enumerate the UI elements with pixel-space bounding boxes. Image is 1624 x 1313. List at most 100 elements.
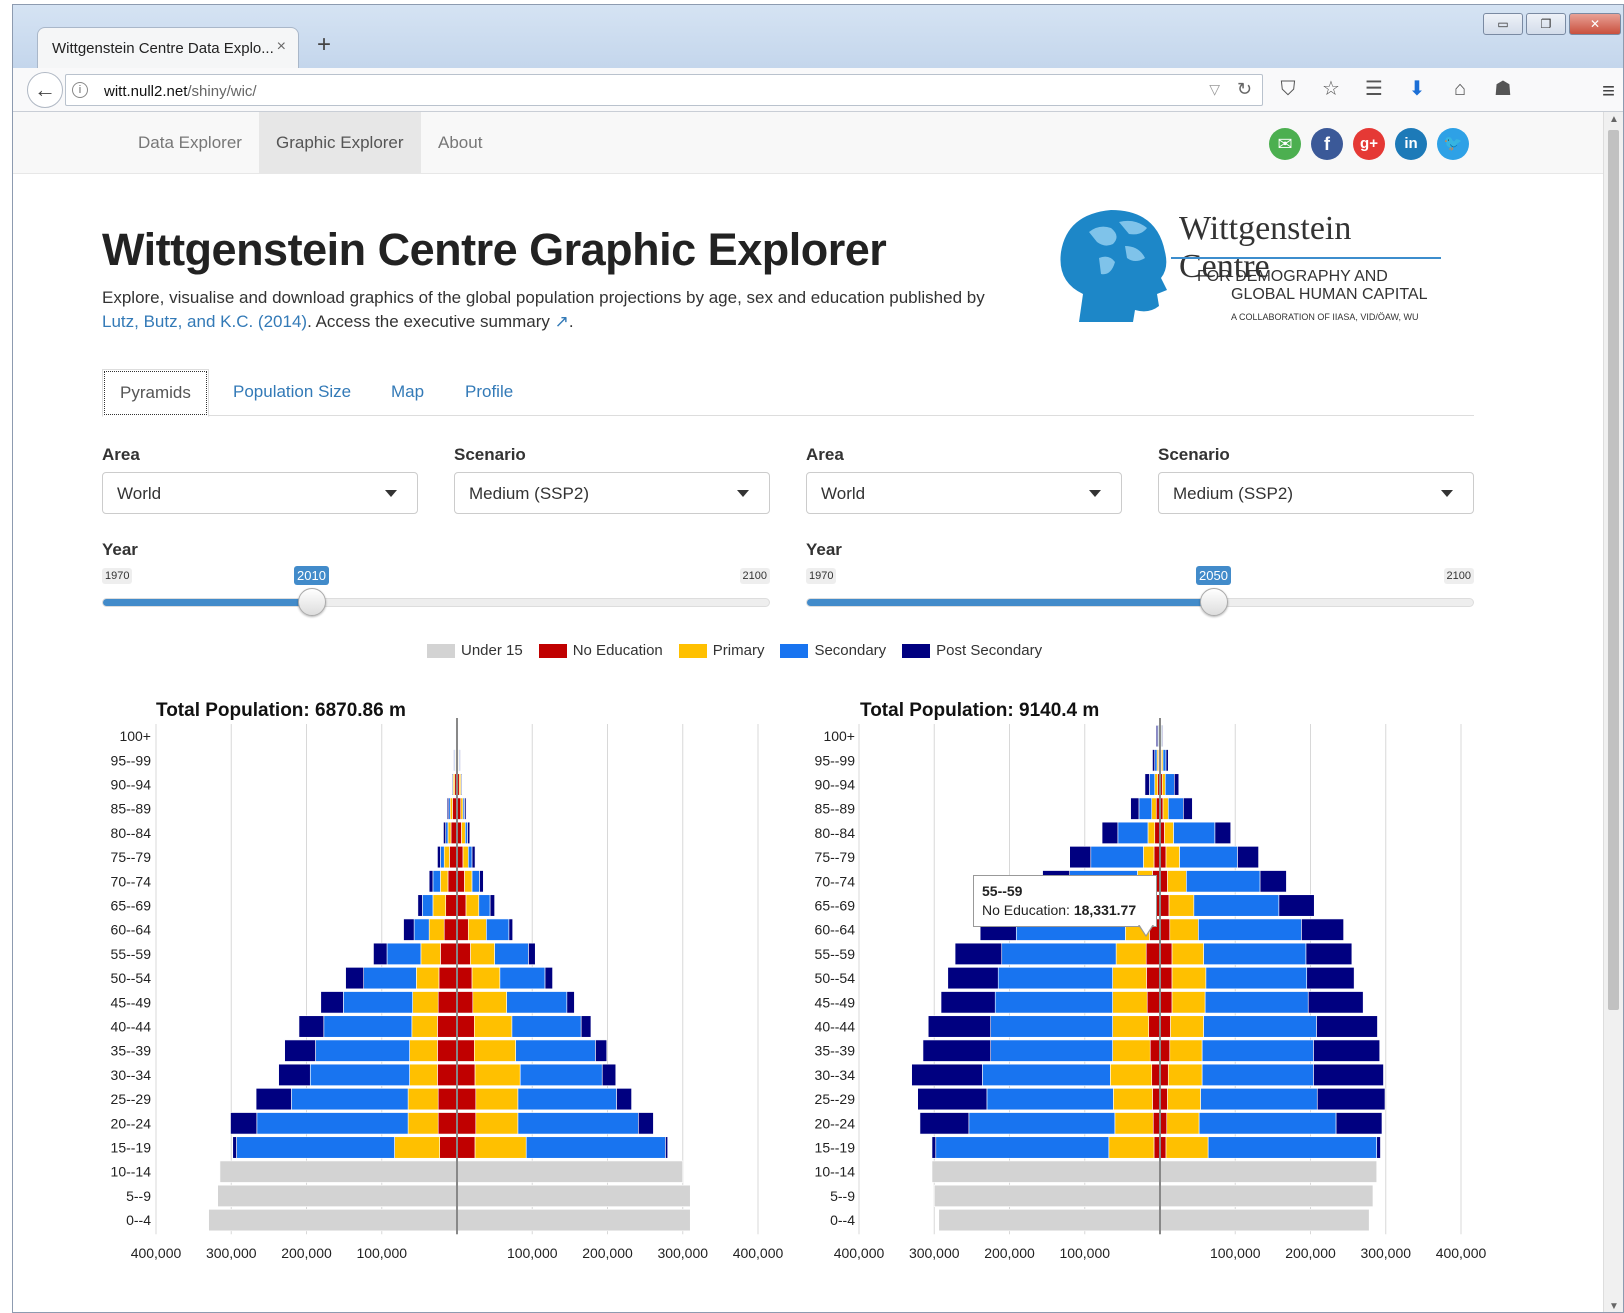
bar-secondary bbox=[1117, 821, 1149, 844]
bar-secondary bbox=[506, 991, 568, 1014]
pocket-icon[interactable]: ⛉ bbox=[1275, 76, 1301, 102]
bar-under15 bbox=[1159, 1209, 1370, 1232]
bar-no-education bbox=[1159, 1088, 1168, 1111]
bar-no-education bbox=[437, 1112, 458, 1135]
bar-primary bbox=[412, 991, 439, 1014]
bar-under15 bbox=[1159, 1160, 1378, 1183]
bar-primary bbox=[470, 942, 495, 965]
restore-button[interactable]: ❐ bbox=[1526, 13, 1566, 35]
bar-secondary bbox=[432, 870, 441, 893]
bar-post-secondary bbox=[911, 1063, 983, 1086]
age-label: 50--54 bbox=[111, 970, 152, 986]
minimize-button[interactable]: ▭ bbox=[1483, 13, 1523, 35]
scroll-down-icon[interactable]: ▼ bbox=[1609, 1301, 1619, 1312]
bar-secondary bbox=[467, 846, 473, 869]
age-label: 70--74 bbox=[815, 873, 856, 889]
bar-primary bbox=[407, 1112, 439, 1135]
site-info-icon[interactable]: i bbox=[72, 82, 88, 98]
window-controls: ▭ ❐ ✕ bbox=[1483, 13, 1621, 35]
bar-primary bbox=[461, 821, 466, 844]
bar-primary bbox=[1112, 1015, 1150, 1038]
bar-post-secondary bbox=[1316, 1088, 1386, 1111]
bar-primary bbox=[1112, 991, 1148, 1014]
bar-secondary bbox=[256, 1112, 409, 1135]
age-label: 30--34 bbox=[111, 1067, 152, 1083]
bar-post-secondary bbox=[479, 870, 484, 893]
bar-primary bbox=[1165, 1136, 1209, 1159]
new-tab-button[interactable]: + bbox=[317, 31, 331, 59]
tab-close-icon[interactable]: × bbox=[277, 38, 286, 56]
bar-primary bbox=[1167, 1088, 1201, 1111]
bar-primary bbox=[409, 1063, 438, 1086]
bar-post-secondary bbox=[922, 1039, 991, 1062]
bar-primary bbox=[1171, 967, 1207, 990]
bar-secondary bbox=[323, 1015, 413, 1038]
pyramid-charts: Total Population: 6870.86 m 100+ 95--99 90-… bbox=[111, 700, 1487, 1261]
bar-primary bbox=[416, 967, 440, 990]
bar-secondary bbox=[464, 821, 468, 844]
close-window-button[interactable]: ✕ bbox=[1569, 13, 1621, 35]
browser-window: Wittgenstein Centre Data Explo... × + ▭ … bbox=[12, 4, 1624, 1313]
bar-under15 bbox=[456, 1160, 684, 1183]
bar-post-secondary bbox=[1335, 1112, 1383, 1135]
age-label: 65--69 bbox=[111, 898, 152, 914]
age-label: 15--19 bbox=[111, 1140, 152, 1156]
age-label: 40--44 bbox=[111, 1019, 152, 1035]
tooltip-label: No Education: bbox=[982, 902, 1070, 918]
menu-hamburger-icon[interactable]: ≡ bbox=[1602, 78, 1615, 104]
bar-no-education bbox=[1152, 1088, 1161, 1111]
bar-under15 bbox=[217, 1184, 458, 1207]
bar-secondary bbox=[1149, 773, 1156, 796]
download-icon[interactable]: ⬇ bbox=[1404, 76, 1430, 102]
reload-icon[interactable]: ↻ bbox=[1237, 79, 1252, 100]
bar-under15 bbox=[208, 1209, 458, 1232]
browser-toolbar: ← i witt.null2.net/shiny/wic/ ▽ ↻ ⛉ ☆ ☰ … bbox=[13, 68, 1623, 112]
reading-list-icon[interactable]: ☰ bbox=[1361, 76, 1387, 102]
bar-secondary bbox=[343, 991, 413, 1014]
age-label: 95--99 bbox=[111, 752, 152, 768]
age-label: 25--29 bbox=[815, 1091, 856, 1107]
age-label: 50--54 bbox=[815, 970, 856, 986]
browser-tab[interactable]: Wittgenstein Centre Data Explo... × bbox=[37, 27, 299, 69]
url-dropdown-icon[interactable]: ▽ bbox=[1209, 81, 1220, 98]
age-label: 45--49 bbox=[815, 994, 856, 1010]
x-tick-label: 400,000 bbox=[733, 1245, 784, 1261]
bar-post-secondary bbox=[417, 894, 423, 917]
bar-primary bbox=[1165, 846, 1180, 869]
x-tick-label: 200,000 bbox=[984, 1245, 1035, 1261]
bar-post-secondary bbox=[665, 1136, 669, 1159]
bar-secondary bbox=[1164, 773, 1175, 796]
bar-post-secondary bbox=[437, 846, 441, 869]
url-bar[interactable]: i witt.null2.net/shiny/wic/ ▽ ↻ bbox=[65, 74, 1263, 106]
bar-secondary bbox=[363, 967, 417, 990]
bar-secondary bbox=[997, 967, 1113, 990]
bar-secondary bbox=[291, 1088, 409, 1111]
bookmark-star-icon[interactable]: ☆ bbox=[1318, 76, 1344, 102]
bar-post-secondary bbox=[1316, 1015, 1378, 1038]
vertical-scrollbar[interactable]: ▲ ▼ bbox=[1603, 112, 1623, 1312]
scroll-up-icon[interactable]: ▲ bbox=[1609, 114, 1619, 125]
bar-post-secondary bbox=[1173, 773, 1180, 796]
scroll-thumb[interactable] bbox=[1608, 130, 1619, 1010]
home-icon[interactable]: ⌂ bbox=[1447, 76, 1473, 102]
age-label: 10--14 bbox=[815, 1164, 856, 1180]
bar-secondary bbox=[386, 942, 422, 965]
back-arrow-icon[interactable]: ← bbox=[27, 72, 63, 108]
age-label: 45--49 bbox=[111, 994, 152, 1010]
bar-primary bbox=[1168, 894, 1195, 917]
bar-primary bbox=[1169, 1039, 1203, 1062]
bar-primary bbox=[1161, 773, 1166, 796]
x-tick-label: 100,000 bbox=[507, 1245, 558, 1261]
bar-no-education bbox=[1159, 894, 1170, 917]
bar-primary bbox=[474, 1063, 521, 1086]
bar-secondary bbox=[517, 1112, 639, 1135]
bar-secondary bbox=[499, 967, 546, 990]
age-label: 15--19 bbox=[815, 1140, 856, 1156]
age-label: 55--59 bbox=[111, 946, 152, 962]
bar-secondary bbox=[478, 894, 491, 917]
bar-post-secondary bbox=[298, 1015, 325, 1038]
bar-under15 bbox=[933, 1184, 1161, 1207]
bar-secondary bbox=[994, 991, 1113, 1014]
ghostery-icon[interactable]: ☗ bbox=[1490, 76, 1516, 102]
bar-post-secondary bbox=[528, 942, 536, 965]
